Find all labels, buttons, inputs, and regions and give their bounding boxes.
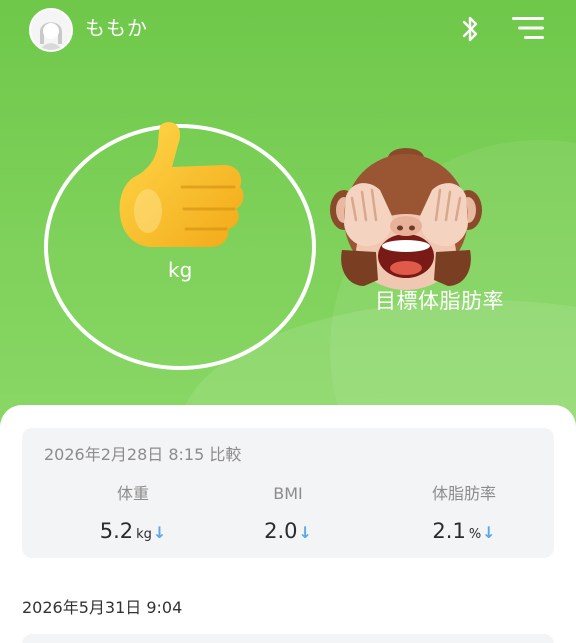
metric-name: 体脂肪率 bbox=[431, 484, 496, 503]
metric-unit: kg bbox=[136, 527, 152, 542]
record-card[interactable] bbox=[22, 634, 554, 643]
weight-unit: kg bbox=[168, 258, 193, 282]
comparison-title: 2026年2月28日 8:15 比較 bbox=[44, 445, 242, 464]
record-date: 2026年5月31日 9:04 bbox=[22, 598, 183, 617]
metric-weight: 体重 5.2 kg↓ bbox=[53, 483, 213, 549]
metric-body-fat: 体脂肪率 2.1 %↓ bbox=[384, 483, 544, 549]
metric-value: 2.0 bbox=[264, 519, 298, 543]
metric-value: 2.1 bbox=[432, 519, 466, 543]
top-bar: ももか bbox=[0, 0, 576, 56]
comparison-card[interactable]: 2026年2月28日 8:15 比較 体重 5.2 kg↓ BMI 2.0↓ 体脂… bbox=[22, 428, 554, 558]
thumbs-up-emoji bbox=[119, 122, 244, 247]
menu-icon[interactable] bbox=[512, 14, 546, 42]
user-name[interactable]: ももか bbox=[85, 15, 148, 41]
metric-bmi: BMI 2.0↓ bbox=[208, 483, 368, 547]
metric-name: 体重 bbox=[116, 484, 149, 503]
metric-value: 5.2 bbox=[99, 519, 134, 543]
hero-panel: ももか kg 目標体脂肪率 bbox=[0, 0, 576, 440]
trend-down-icon: ↓ bbox=[298, 523, 312, 542]
target-body-fat-label[interactable]: 目標体脂肪率 bbox=[375, 287, 504, 315]
metric-unit: % bbox=[468, 527, 482, 542]
avatar[interactable] bbox=[29, 8, 73, 52]
avatar-icon bbox=[31, 10, 71, 50]
trend-down-icon: ↓ bbox=[152, 523, 167, 542]
bluetooth-icon[interactable] bbox=[458, 13, 482, 45]
metric-name: BMI bbox=[273, 484, 303, 503]
see-no-evil-monkey-emoji bbox=[330, 148, 482, 290]
trend-down-icon: ↓ bbox=[482, 523, 496, 542]
